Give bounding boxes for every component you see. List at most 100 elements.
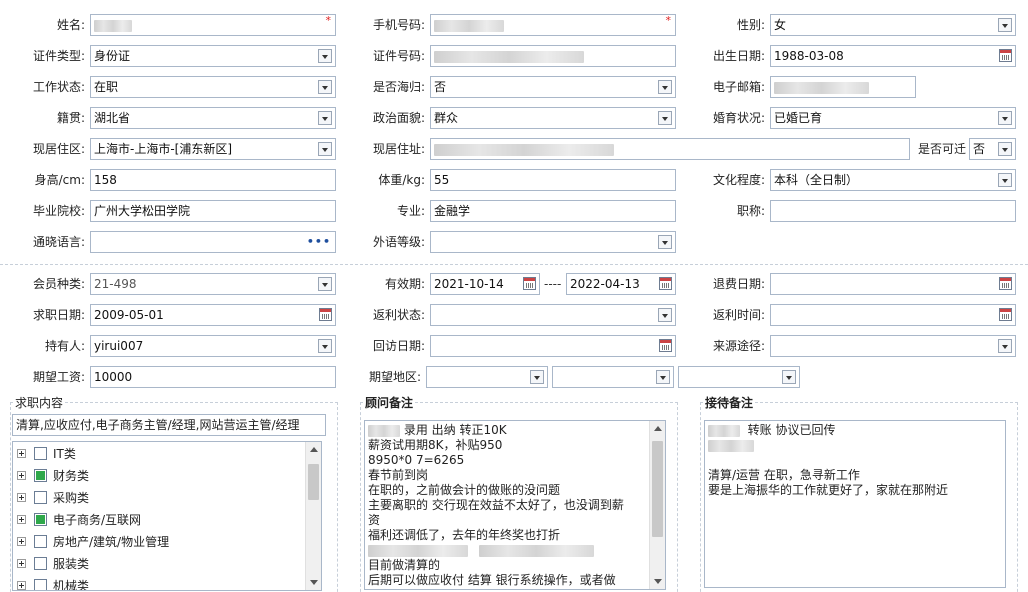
salary-field[interactable]: 10000	[90, 366, 336, 388]
tree-item-finance[interactable]: 财务类	[17, 464, 89, 486]
chevron-down-icon[interactable]	[318, 49, 332, 63]
calendar-icon[interactable]	[659, 339, 672, 352]
residence-area-select[interactable]: 上海市-上海市-[浦东新区]	[90, 138, 336, 160]
calendar-icon[interactable]	[523, 277, 536, 290]
rebate-time-field[interactable]	[770, 304, 1016, 326]
checkbox[interactable]	[34, 534, 47, 548]
id-type-select[interactable]: 身份证	[90, 45, 336, 67]
chevron-down-icon[interactable]	[658, 308, 672, 322]
work-status-select[interactable]: 在职	[90, 76, 336, 98]
valid-to-field[interactable]: 2022-04-13	[566, 273, 676, 295]
calendar-icon[interactable]	[999, 308, 1012, 321]
expand-icon[interactable]	[17, 558, 26, 568]
residence-address-field[interactable]	[430, 138, 910, 160]
expand-icon[interactable]	[17, 514, 26, 524]
tree-item-machinery[interactable]: 机械类	[17, 574, 90, 591]
chevron-down-icon[interactable]	[656, 370, 670, 384]
tree-item-label: 房地产/建筑/物业管理	[53, 534, 170, 549]
marital-select[interactable]: 已婚已育	[770, 107, 1016, 129]
expand-icon[interactable]	[17, 580, 26, 590]
expand-icon[interactable]	[17, 470, 26, 480]
title-field[interactable]	[770, 200, 1016, 222]
source-select[interactable]	[770, 335, 1016, 357]
region-province-select[interactable]	[426, 366, 548, 388]
chevron-down-icon[interactable]	[318, 80, 332, 94]
checkbox-checked[interactable]	[34, 468, 47, 482]
reception-notes-textarea[interactable]: 转账 协议已回传 清算/运营 在职，急寻新工作 要是上海振华的工作就更好了，家就…	[704, 420, 1006, 588]
job-summary-field[interactable]: 清算,应收应付,电子商务主管/经理,网站营运主管/经理	[12, 414, 326, 436]
relocate-select[interactable]: 否	[969, 138, 1016, 160]
region-district-select[interactable]	[678, 366, 800, 388]
tree-scrollbar[interactable]	[305, 442, 321, 590]
chevron-down-icon[interactable]	[530, 370, 544, 384]
valid-from-field[interactable]: 2021-10-14	[430, 273, 540, 295]
calendar-icon[interactable]	[319, 308, 332, 321]
expand-icon[interactable]	[17, 536, 26, 546]
phone-field[interactable]: *	[430, 14, 676, 36]
political-select[interactable]: 群众	[430, 107, 676, 129]
scroll-up-icon[interactable]	[310, 447, 318, 452]
language-field[interactable]: •••	[90, 231, 336, 253]
note-line: 春节前到岗	[368, 468, 429, 482]
weight-field[interactable]: 55	[430, 169, 676, 191]
tree-item-ecommerce[interactable]: 电子商务/互联网	[17, 508, 141, 530]
email-field[interactable]	[770, 76, 916, 98]
apply-date-field[interactable]: 2009-05-01	[90, 304, 336, 326]
scroll-thumb[interactable]	[652, 441, 663, 537]
tree-item-procurement[interactable]: 采购类	[17, 486, 89, 508]
chevron-down-icon[interactable]	[658, 80, 672, 94]
checkbox[interactable]	[34, 446, 47, 460]
major-field[interactable]: 金融学	[430, 200, 676, 222]
chevron-down-icon[interactable]	[318, 142, 332, 156]
name-field[interactable]: *	[90, 14, 336, 36]
calendar-icon[interactable]	[999, 277, 1012, 290]
id-number-field[interactable]	[430, 45, 676, 67]
school-field[interactable]: 广州大学松田学院	[90, 200, 336, 222]
job-category-tree[interactable]: IT类 财务类 采购类 电子商务/互联网 房地产/建筑/物业管理 服装类 机械类	[12, 441, 322, 591]
visit-date-field[interactable]	[430, 335, 676, 357]
calendar-icon[interactable]	[659, 277, 672, 290]
expand-icon[interactable]	[17, 492, 26, 502]
member-type-select[interactable]: 21-498	[90, 273, 336, 295]
holder-select[interactable]: yirui007	[90, 335, 336, 357]
scroll-down-icon[interactable]	[310, 580, 318, 585]
birthdate-field[interactable]: 1988-03-08	[770, 45, 1016, 67]
expand-icon[interactable]	[17, 448, 26, 458]
checkbox[interactable]	[34, 556, 47, 570]
chevron-down-icon[interactable]	[658, 235, 672, 249]
gender-select[interactable]: 女	[770, 14, 1016, 36]
notes-scrollbar[interactable]	[649, 421, 665, 589]
checkbox[interactable]	[34, 490, 47, 504]
chevron-down-icon[interactable]	[318, 111, 332, 125]
scroll-thumb[interactable]	[308, 464, 319, 500]
chevron-down-icon[interactable]	[782, 370, 796, 384]
scroll-up-icon[interactable]	[654, 426, 662, 431]
chevron-down-icon[interactable]	[318, 277, 332, 291]
note-line: 后期可以做应收付 结算 银行系统操作，或者做	[368, 573, 616, 587]
chevron-down-icon[interactable]	[998, 339, 1012, 353]
education-select[interactable]: 本科（全日制）	[770, 169, 1016, 191]
chevron-down-icon[interactable]	[318, 339, 332, 353]
refund-date-field[interactable]	[770, 273, 1016, 295]
more-options-icon[interactable]: •••	[307, 236, 331, 247]
chevron-down-icon[interactable]	[998, 18, 1012, 32]
tree-item-it[interactable]: IT类	[17, 442, 76, 464]
rebate-status-select[interactable]	[430, 304, 676, 326]
returnee-select[interactable]: 否	[430, 76, 676, 98]
checkbox[interactable]	[34, 578, 47, 590]
scroll-down-icon[interactable]	[654, 579, 662, 584]
tree-item-label: 机械类	[53, 578, 90, 591]
chevron-down-icon[interactable]	[998, 142, 1012, 156]
foreign-level-select[interactable]	[430, 231, 676, 253]
native-place-select[interactable]: 湖北省	[90, 107, 336, 129]
region-city-select[interactable]	[552, 366, 674, 388]
checkbox-checked[interactable]	[34, 512, 47, 526]
chevron-down-icon[interactable]	[658, 111, 672, 125]
advisor-notes-textarea[interactable]: 录用 出纳 转正10K 薪资试用期8K，补贴950 8950*0 7=6265 …	[364, 420, 666, 590]
chevron-down-icon[interactable]	[998, 173, 1012, 187]
height-field[interactable]: 158	[90, 169, 336, 191]
calendar-icon[interactable]	[999, 49, 1012, 62]
chevron-down-icon[interactable]	[998, 111, 1012, 125]
tree-item-realestate[interactable]: 房地产/建筑/物业管理	[17, 530, 169, 552]
tree-item-apparel[interactable]: 服装类	[17, 552, 89, 574]
